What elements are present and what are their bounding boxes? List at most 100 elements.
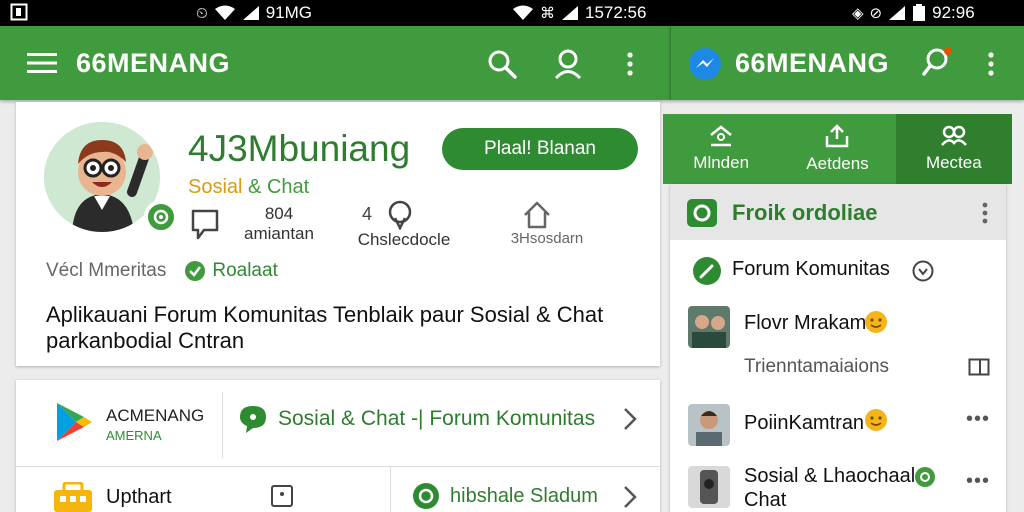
item-thumbnail xyxy=(688,404,730,446)
store-bag-icon xyxy=(52,481,94,512)
item-subtitle: Trienntamaiaions xyxy=(744,356,890,377)
app-bar-secondary: 66MENANG xyxy=(670,26,1024,100)
app-category-part2: & Chat xyxy=(248,176,310,198)
update-label[interactable]: Upthart xyxy=(106,486,172,509)
share-icon xyxy=(826,124,849,148)
menu-icon[interactable] xyxy=(26,50,58,76)
meta-link-label: Roalaat xyxy=(212,260,278,281)
meta-left-text: Vécl Mmeritas xyxy=(46,260,167,281)
item-title: Flovr Mrakam xyxy=(744,312,867,334)
signal-icon xyxy=(889,6,906,20)
play-store-icon xyxy=(54,400,94,449)
info-icon[interactable] xyxy=(912,260,934,287)
chat-bubble-icon xyxy=(413,483,439,509)
check-circle-icon xyxy=(185,261,206,281)
side-panel-header: Froik ordoliae xyxy=(670,184,1006,240)
stat-downloads-label: Chslecdocle xyxy=(357,230,451,249)
more-horizontal-icon[interactable]: ••• xyxy=(966,408,990,431)
stadium-link-label: hibshale Sladum xyxy=(450,484,598,507)
emoji-icon xyxy=(862,406,890,439)
home-icon xyxy=(710,125,732,147)
data-saver-icon: ◈ xyxy=(852,4,864,22)
app-bar-main: 66MENANG xyxy=(0,26,670,100)
panel-icon[interactable] xyxy=(968,358,990,381)
stat-rating: 3Hsosdarn xyxy=(494,230,600,247)
list-item[interactable]: PoiinKamtran ••• xyxy=(670,400,1006,452)
chevron-right-icon[interactable] xyxy=(622,406,638,437)
list-item[interactable]: Sosial & Lhaochaal Chat ••• xyxy=(670,462,1006,512)
tab-updates-label: Aetdens xyxy=(806,154,869,173)
chat-bubble-icon xyxy=(240,406,266,433)
app-description: Aplikauani Forum Komunitas Tenblaik paur… xyxy=(46,302,604,353)
signal-icon xyxy=(242,6,259,20)
alarm-icon: ⏲ xyxy=(196,4,208,22)
status-group-left: ⏲ 91MG xyxy=(196,3,312,23)
status-time-left: 91MG xyxy=(265,3,312,22)
item-title: PoiinKamtran xyxy=(744,412,865,434)
more-options-icon[interactable] xyxy=(982,202,988,229)
tab-home-label: Mlnden xyxy=(693,153,750,172)
chat-icon xyxy=(190,208,220,247)
status-time-center: 1572:56 xyxy=(585,3,647,22)
wifi-icon xyxy=(214,5,235,20)
forum-link[interactable]: Sosial & Chat -| Forum Komunitas xyxy=(238,404,595,434)
app-bar-title-secondary: 66MENANG xyxy=(735,48,890,78)
search-icon[interactable] xyxy=(919,44,955,80)
status-group-center: ⌘ 1572:56 xyxy=(512,3,646,23)
app-category-part1: Sosial xyxy=(188,176,243,198)
stat-reviews: 804 amiantan xyxy=(234,204,324,244)
more-horizontal-icon[interactable]: ••• xyxy=(966,470,990,493)
links-card: ACMENANG AMERNA Sosial & Chat -| Forum K… xyxy=(16,380,660,512)
more-options-icon[interactable] xyxy=(620,50,640,78)
tab-home[interactable]: Mlnden xyxy=(663,114,779,184)
app-bar-title: 66MENANG xyxy=(76,48,231,78)
tab-members[interactable]: Mectea xyxy=(895,114,1012,184)
tab-members-label: Mectea xyxy=(925,153,982,172)
meta-row: Vécl Mmeritas Roalaat xyxy=(46,260,278,282)
wifi-icon xyxy=(513,5,533,20)
stat-reviews-value: 804 xyxy=(264,204,294,223)
avatar xyxy=(44,122,160,232)
app-name: 4J3Mbuniang xyxy=(188,128,411,169)
tab-bar: Mlnden Aetdens Mectea xyxy=(663,114,1012,184)
more-options-icon[interactable] xyxy=(981,50,1001,78)
item-thumbnail xyxy=(688,306,730,348)
app-category: Sosial & Chat xyxy=(188,176,309,199)
svg-text:4: 4 xyxy=(362,204,372,224)
compass-icon xyxy=(692,256,722,291)
search-icon[interactable] xyxy=(484,46,520,82)
verified-badge-icon xyxy=(144,200,178,234)
divider xyxy=(16,466,660,467)
no-signal-icon: ⊘ xyxy=(869,4,883,22)
store-name: ACMENANG xyxy=(106,406,205,425)
store-subtitle: AMERNA xyxy=(106,428,162,443)
meta-link[interactable]: Roalaat xyxy=(184,260,278,282)
chat-badge-icon xyxy=(686,198,718,233)
tab-updates[interactable]: Aetdens xyxy=(779,114,895,184)
emoji-icon xyxy=(862,308,890,341)
account-icon[interactable] xyxy=(550,46,586,82)
stat-rating-label: 3Hsosdarn xyxy=(510,230,584,247)
chevron-right-icon[interactable] xyxy=(622,484,638,512)
notification-icon xyxy=(10,3,28,21)
install-button[interactable]: Plaal! Blanan xyxy=(442,128,638,170)
signal-icon xyxy=(562,6,578,20)
stat-reviews-label: amiantan xyxy=(244,224,314,243)
status-group-right: ◈ ⊘ 92:96 xyxy=(852,3,975,23)
group-icon xyxy=(940,125,967,146)
status-bar: ⏲ 91MG ⌘ 1572:56 ◈ ⊘ 92:96 xyxy=(0,0,1024,26)
status-time-right: 92:96 xyxy=(932,3,975,22)
side-panel-title: Froik ordoliae xyxy=(732,200,878,225)
vibrate-icon: ⌘ xyxy=(540,4,555,22)
divider xyxy=(222,392,223,458)
list-item[interactable]: Flovr Mrakam Trienntamaiaions xyxy=(670,302,1006,392)
item-thumbnail xyxy=(688,466,730,508)
stat-downloads: Chslecdocle xyxy=(344,230,464,250)
stadium-link[interactable]: hibshale Sladum xyxy=(412,482,598,510)
forum-row[interactable]: Forum Komunitas xyxy=(670,246,1006,292)
app-profile-card: 4J3Mbuniang Sosial & Chat Plaal! Blanan … xyxy=(16,102,660,366)
divider xyxy=(390,466,391,512)
battery-icon xyxy=(913,4,926,21)
side-panel: Froik ordoliae Forum Komunitas Flovr Mra… xyxy=(670,184,1006,512)
square-icon[interactable] xyxy=(270,484,294,512)
